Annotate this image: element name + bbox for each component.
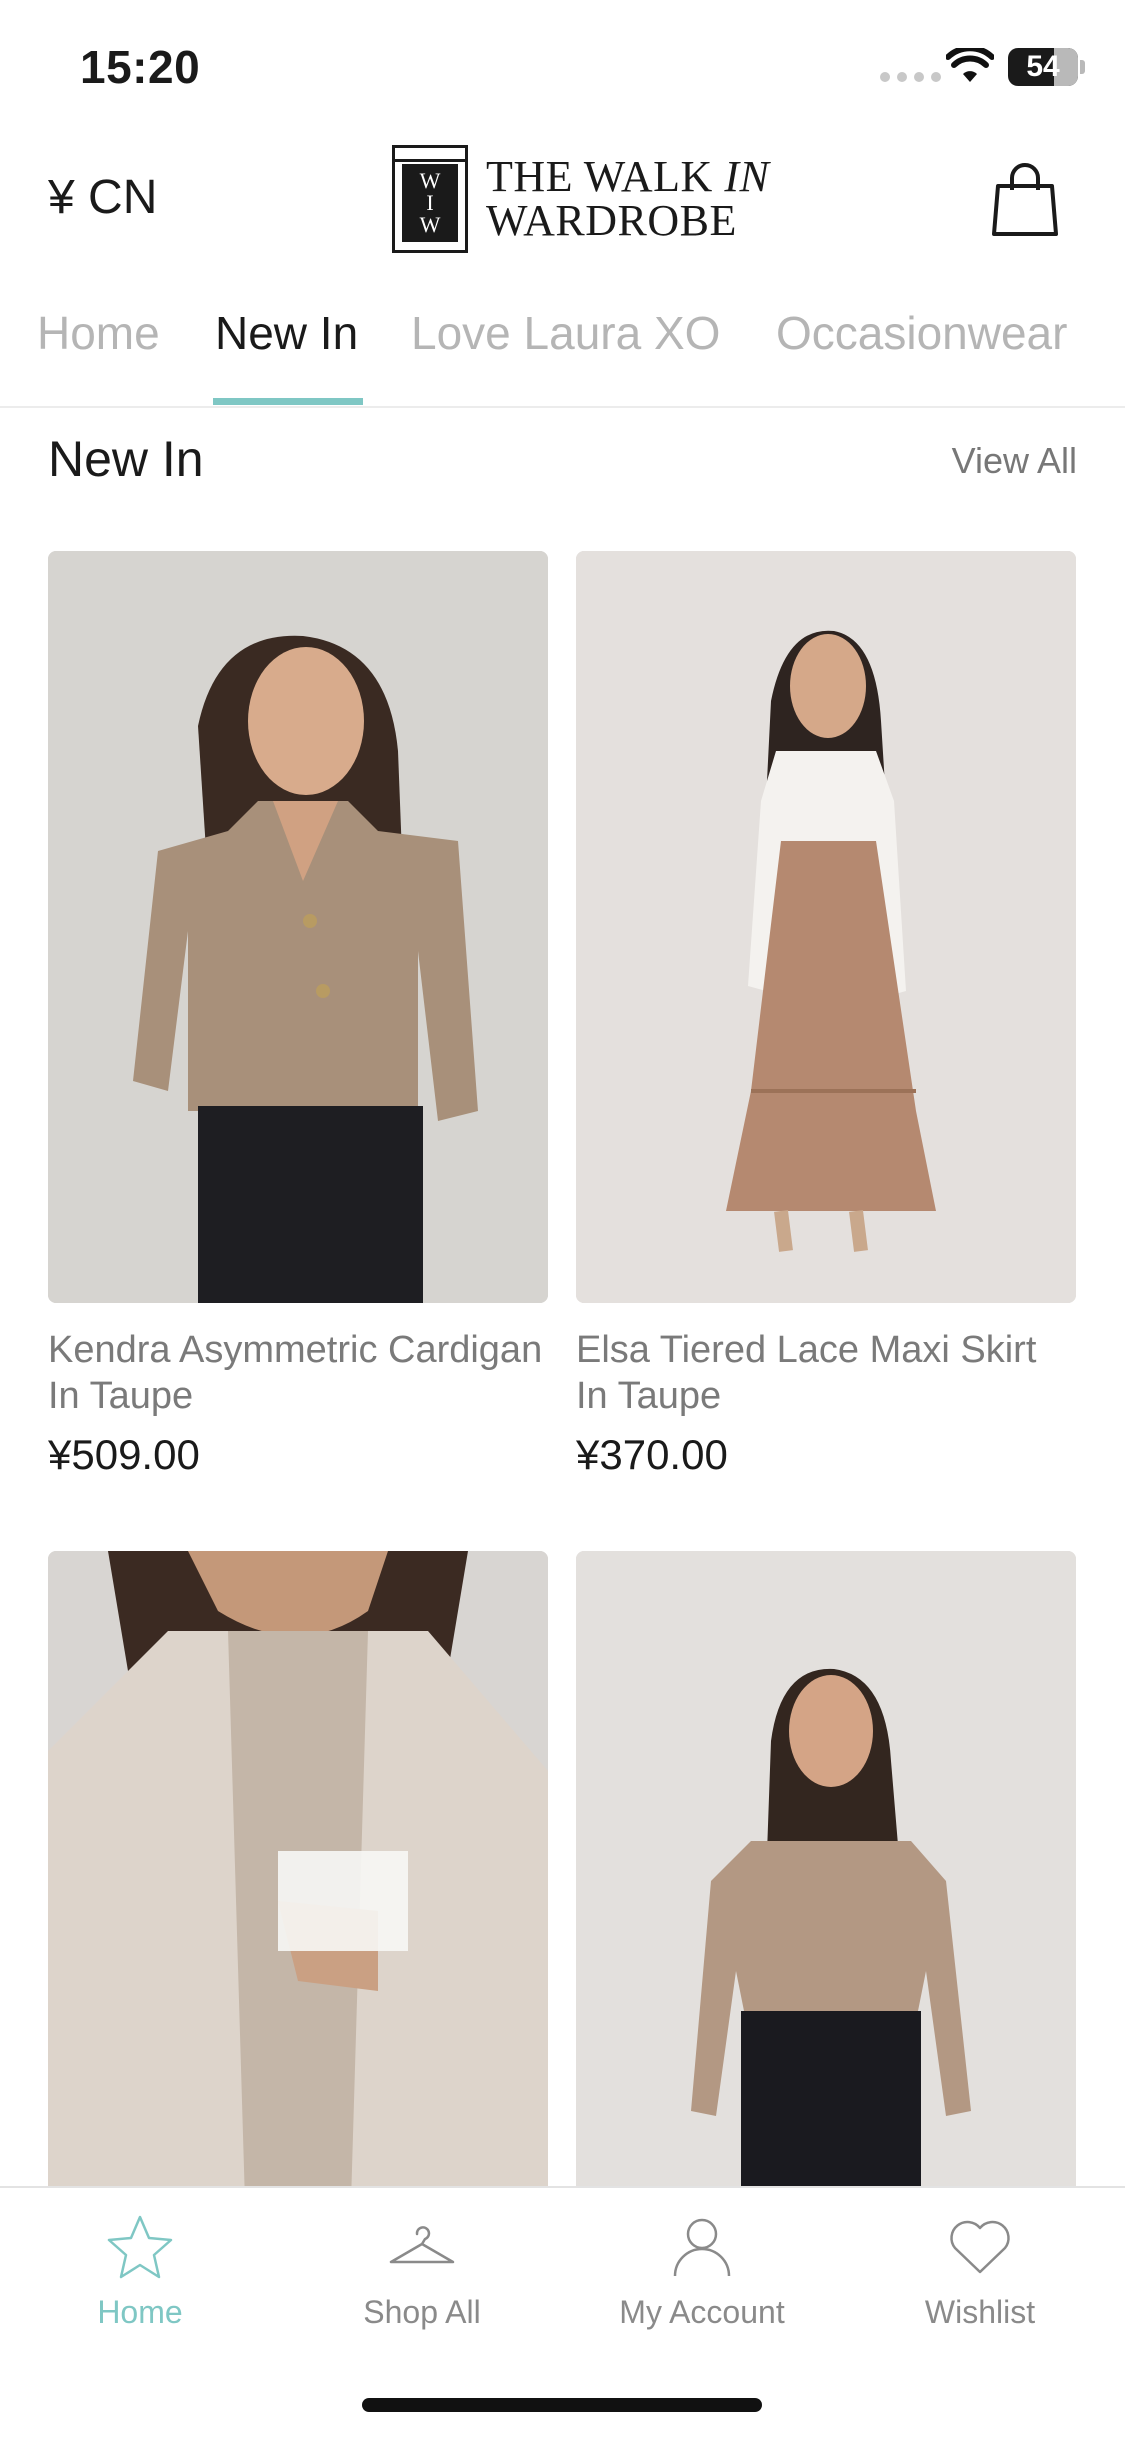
tab-home[interactable]: Home	[37, 306, 160, 360]
tab-love-laura-xo[interactable]: Love Laura XO	[411, 306, 720, 360]
product-image[interactable]	[576, 551, 1076, 1303]
battery-level: 54	[1026, 50, 1060, 83]
product-name[interactable]: Elsa Tiered Lace Maxi Skirt In Taupe	[576, 1327, 1076, 1419]
nav-wishlist-label: Wishlist	[924, 2294, 1036, 2330]
logo-line1a: THE WALK	[486, 152, 725, 201]
category-tabs: Home New In Love Laura XO Occasionwear	[0, 278, 1125, 408]
nav-home-label: Home	[97, 2294, 183, 2330]
battery-icon: 54	[1008, 48, 1078, 86]
cellular-signal-icon	[880, 72, 941, 82]
nav-shop-all-label: Shop All	[363, 2294, 481, 2330]
app-header: ¥ CN WIW THE WALK IN WARDROBE	[0, 130, 1125, 270]
product-price: ¥370.00	[576, 1431, 728, 1478]
status-bar: 15:20 54	[0, 0, 1125, 130]
nav-my-account[interactable]: My Account	[592, 2212, 812, 2331]
user-icon	[673, 2218, 731, 2277]
star-icon	[107, 2215, 173, 2279]
logo-line1b: IN	[724, 152, 770, 201]
section-title: New In	[48, 431, 204, 487]
nav-wishlist[interactable]: Wishlist	[870, 2212, 1090, 2331]
nav-home[interactable]: Home	[30, 2212, 250, 2331]
active-tab-indicator	[213, 398, 363, 405]
battery-cap	[1080, 60, 1085, 74]
product-name[interactable]: Kendra Asymmetric Cardigan In Taupe	[48, 1327, 548, 1419]
product-image[interactable]	[48, 551, 548, 1303]
product-card[interactable]: Elsa Tiered Lace Maxi Skirt In Taupe ¥37…	[576, 551, 1076, 1479]
status-time: 15:20	[80, 41, 201, 93]
currency-selector[interactable]: ¥ CN	[48, 170, 157, 225]
wifi-icon	[946, 48, 994, 82]
product-price: ¥509.00	[48, 1431, 200, 1478]
view-all-link[interactable]: View All	[952, 440, 1077, 482]
shopping-bag-icon[interactable]	[990, 160, 1060, 238]
heart-icon	[950, 2220, 1010, 2274]
home-indicator[interactable]	[362, 2398, 762, 2412]
hanger-icon	[389, 2226, 455, 2264]
logo-mark-icon: WIW	[392, 145, 468, 253]
product-card[interactable]: Kendra Asymmetric Cardigan In Taupe ¥509…	[48, 551, 548, 1479]
nav-my-account-label: My Account	[619, 2294, 785, 2330]
logo-line2: WARDROBE	[486, 196, 737, 245]
logo-wordmark: THE WALK IN WARDROBE	[486, 155, 769, 243]
nav-shop-all[interactable]: Shop All	[312, 2212, 532, 2331]
brand-logo[interactable]: WIW THE WALK IN WARDROBE	[392, 142, 769, 256]
tab-occasionwear[interactable]: Occasionwear	[776, 306, 1067, 360]
tab-new-in[interactable]: New In	[215, 306, 358, 360]
